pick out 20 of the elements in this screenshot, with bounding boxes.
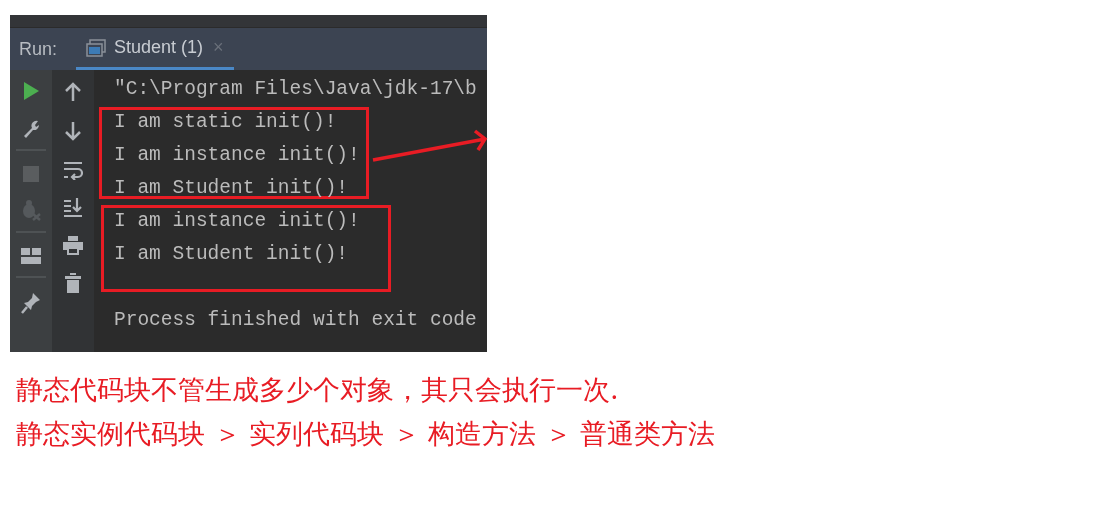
note-text: 静态实例代码块 ＞ 实列代码块 ＞ 构造方法 ＞ 普通类方法: [16, 417, 716, 451]
console-line: "C:\Program Files\Java\jdk-17\b: [114, 78, 477, 100]
play-icon[interactable]: [22, 81, 40, 101]
pin-icon[interactable]: [21, 292, 41, 314]
scroll-to-end-icon[interactable]: [63, 197, 83, 217]
down-arrow-icon[interactable]: [64, 121, 82, 141]
console-line: I am instance init()!: [114, 144, 360, 166]
run-label: Run:: [19, 37, 58, 61]
console-line: Process finished with exit code: [114, 309, 477, 331]
trash-icon[interactable]: [65, 273, 81, 293]
print-icon[interactable]: [63, 235, 83, 255]
layout-icon[interactable]: [21, 248, 41, 264]
console-line: I am static init()!: [114, 111, 337, 133]
console-line: I am Student init()!: [114, 243, 349, 265]
console-window-icon: [86, 38, 107, 57]
console-line: I am Student init()!: [114, 177, 349, 199]
note-text: 静态代码块不管生成多少个对象，其只会执行一次.: [16, 373, 620, 407]
console-line: I am instance init()!: [114, 210, 360, 232]
soft-wrap-icon[interactable]: [63, 160, 83, 180]
up-arrow-icon[interactable]: [64, 82, 82, 102]
